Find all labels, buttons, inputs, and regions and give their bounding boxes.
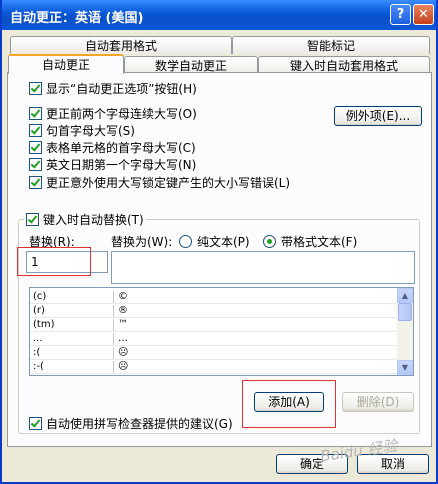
list-cell-key: ... — [33, 333, 43, 344]
list-cell-value: ™ — [118, 319, 128, 330]
tab-smart-tags[interactable]: 智能标记 — [232, 36, 430, 54]
checkbox[interactable] — [29, 157, 42, 171]
option-label: 表格单元格的首字母大写(C) — [46, 140, 196, 155]
title-bar: 自动更正：英语 (美国) ? ✕ — [2, 0, 436, 30]
list-row[interactable]: (tm) ™ — [30, 319, 398, 332]
scroll-thumb[interactable] — [398, 303, 412, 321]
spellchecker-suggestions-option[interactable]: 自动使用拼写检查器提供的建议(G) — [29, 415, 233, 431]
option-label: 英文日期第一个字母大写(N) — [46, 157, 197, 172]
replace-as-you-type-option[interactable]: 键入时自动替换(T) — [24, 211, 146, 228]
list-cell-value: ☹ — [118, 347, 129, 358]
option-label: 更正意外使用大写锁定键产生的大小写错误(L) — [46, 175, 291, 190]
exceptions-button[interactable]: 例外项(E)... — [334, 106, 422, 126]
with-label: 替换为(W): — [111, 235, 173, 249]
column-divider — [113, 319, 114, 331]
radio-label: 带格式文本(F) — [281, 235, 358, 249]
highlight-add-button — [242, 380, 336, 428]
tab-autocorrect[interactable]: 自动更正 — [8, 54, 124, 74]
scroll-down-arrow-icon[interactable]: ▼ — [397, 360, 413, 375]
tab-autoformat[interactable]: 自动套用格式 — [10, 36, 232, 54]
plain-text-radio[interactable]: 纯文本(P) — [179, 233, 250, 250]
list-row[interactable]: :-( ☹ — [30, 361, 398, 374]
list-row[interactable]: (r) ® — [30, 305, 398, 318]
list-cell-value: ☹ — [118, 361, 129, 372]
list-cell-value: ® — [118, 305, 128, 316]
capitalize-day-names-option[interactable]: 英文日期第一个字母大写(N) — [29, 156, 196, 172]
help-button[interactable]: ? — [390, 4, 411, 25]
scroll-up-arrow-icon[interactable]: ▲ — [397, 288, 413, 303]
replacement-list[interactable]: (c) © (r) ® (tm) ™ ... … :( ☹ :-( ☹ ▲ ▼ — [29, 287, 414, 376]
checkbox[interactable] — [26, 213, 39, 226]
correct-two-initial-capitals-option[interactable]: 更正前两个字母连续大写(O) — [29, 105, 197, 121]
highlight-replace-input — [17, 247, 91, 276]
formatted-text-radio[interactable]: 带格式文本(F) — [263, 233, 357, 250]
column-divider — [113, 333, 114, 345]
close-button[interactable]: ✕ — [413, 4, 434, 25]
column-divider — [113, 347, 114, 359]
delete-button[interactable]: 删除(D) — [342, 392, 414, 412]
list-cell-key: (c) — [33, 291, 47, 302]
group-title: 键入时自动替换(T) — [43, 213, 144, 227]
checkbox[interactable] — [29, 123, 42, 137]
capitalize-table-cells-option[interactable]: 表格单元格的首字母大写(C) — [29, 139, 196, 155]
list-cell-key: :( — [33, 347, 41, 358]
capitalize-first-letter-sentences-option[interactable]: 句首字母大写(S) — [29, 122, 135, 138]
checkbox[interactable] — [29, 416, 42, 430]
option-label: 自动使用拼写检查器提供的建议(G) — [46, 416, 233, 431]
window-title: 自动更正：英语 (美国) — [10, 11, 144, 26]
column-divider — [113, 291, 114, 303]
option-label: 显示“自动更正选项”按钮(H) — [46, 81, 197, 96]
list-cell-key: (tm) — [33, 319, 55, 330]
option-label: 更正前两个字母连续大写(O) — [46, 106, 197, 121]
checkbox[interactable] — [29, 106, 42, 120]
list-cell-value: © — [118, 291, 128, 302]
show-autocorrect-buttons-option[interactable]: 显示“自动更正选项”按钮(H) — [29, 80, 197, 96]
list-row[interactable]: :( ☹ — [30, 347, 398, 360]
list-row[interactable]: ... … — [30, 333, 398, 346]
list-cell-key: (r) — [33, 305, 45, 316]
list-scrollbar[interactable]: ▲ ▼ — [397, 288, 413, 375]
checkbox[interactable] — [29, 175, 42, 189]
radio-label: 纯文本(P) — [197, 235, 250, 249]
checkbox[interactable] — [29, 140, 42, 154]
column-divider — [113, 361, 114, 373]
radio[interactable] — [263, 235, 276, 248]
with-input[interactable] — [111, 251, 415, 284]
column-divider — [113, 305, 114, 317]
radio[interactable] — [179, 235, 192, 248]
option-label: 句首字母大写(S) — [46, 123, 135, 138]
correct-caps-lock-option[interactable]: 更正意外使用大写锁定键产生的大小写错误(L) — [29, 174, 290, 190]
list-row[interactable]: (c) © — [30, 291, 398, 304]
list-cell-key: :-( — [33, 361, 44, 372]
checkbox[interactable] — [29, 81, 42, 95]
list-cell-value: … — [118, 333, 128, 344]
autocorrect-dialog: 自动更正：英语 (美国) ? ✕ 自动套用格式 智能标记 自动更正 数学自动更正… — [0, 0, 438, 484]
